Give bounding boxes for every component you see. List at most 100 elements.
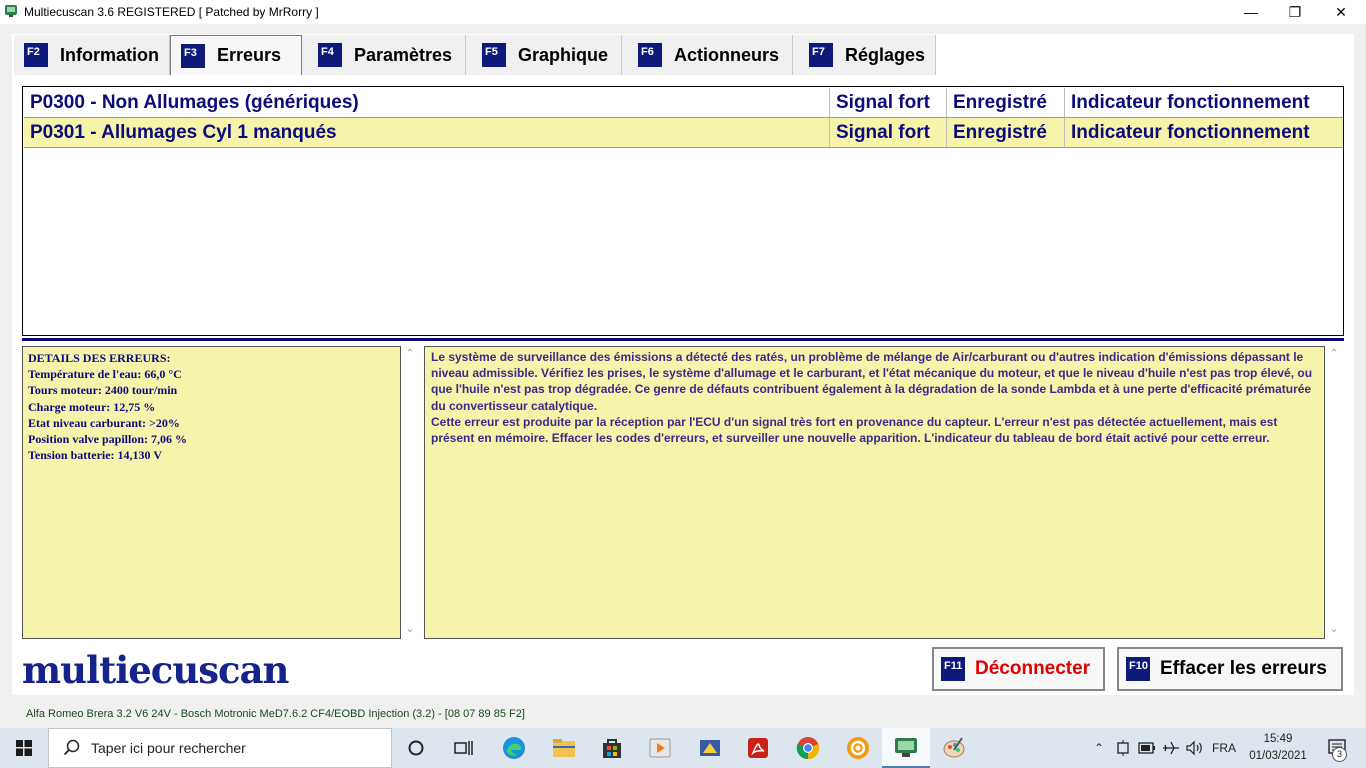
close-button[interactable]: ✕ (1318, 0, 1364, 24)
volume-icon (1186, 740, 1202, 756)
tab-parametres[interactable]: F4 Paramètres (302, 35, 466, 75)
task-view-button[interactable] (440, 728, 488, 768)
error-state: Enregistré (947, 88, 1065, 117)
f7-key-badge: F7 (809, 43, 833, 67)
multiecuscan-app-icon (895, 738, 917, 757)
pdf-icon (748, 738, 768, 758)
tray-overflow[interactable]: ⌃ (1088, 728, 1110, 768)
restore-icon: ❐ (1288, 3, 1302, 20)
clear-errors-label: Effacer les erreurs (1160, 658, 1327, 679)
cortana-button[interactable] (392, 728, 440, 768)
folder-icon (553, 739, 575, 757)
f10-key-badge: F10 (1126, 657, 1150, 681)
details-line: Tension batterie: 14,130 V (28, 448, 163, 463)
taskbar-edge[interactable] (490, 728, 538, 768)
tab-erreurs[interactable]: F3 Erreurs (170, 35, 302, 75)
clock-time: 15:49 (1263, 733, 1293, 745)
details-line: Position valve papillon: 7,06 % (28, 432, 188, 447)
taskbar-clock[interactable]: 15:49 01/03/2021 (1240, 731, 1316, 765)
details-scroll-down-icon[interactable]: ⌄ (403, 624, 417, 635)
tab-actionneurs[interactable]: F6 Actionneurs (622, 35, 793, 75)
battery-icon (1138, 742, 1155, 754)
section-divider (22, 338, 1344, 341)
details-line: Etat niveau carburant: >20% (28, 415, 180, 430)
windows-icon (16, 740, 32, 756)
f5-key-badge: F5 (482, 43, 506, 67)
gear-app-icon (847, 737, 869, 759)
error-description-panel: Le système de surveillance des émissions… (424, 346, 1325, 639)
taskbar-search[interactable]: Taper ici pour rechercher (48, 728, 392, 768)
f3-key-badge: F3 (181, 43, 205, 68)
description-scroll-up-icon[interactable]: ⌃ (1327, 348, 1341, 359)
error-state: Enregistré (947, 118, 1065, 147)
chrome-icon (796, 737, 820, 760)
error-code: P0300 - Non Allumages (génériques) (24, 88, 830, 117)
tab-reglages[interactable]: F7 Réglages (793, 35, 936, 75)
error-details-panel: DETAILS DES ERREURS: Température de l'ea… (22, 346, 401, 639)
taskbar-tool-app[interactable] (686, 728, 734, 768)
details-scroll-up-icon[interactable]: ⌃ (403, 348, 417, 359)
description-scroll-down-icon[interactable]: ⌄ (1327, 624, 1341, 635)
taskbar: Taper ici pour rechercher ⌃ FRA 15:49 01… (0, 728, 1366, 768)
window-title: Multiecuscan 3.6 REGISTERED [ Patched by… (24, 5, 319, 19)
minimize-button[interactable]: — (1228, 0, 1274, 24)
tab-information[interactable]: F2 Information (14, 35, 170, 75)
tab-label: Graphique (518, 44, 609, 65)
notification-center[interactable]: 3 (1318, 728, 1358, 768)
title-bar: Multiecuscan 3.6 REGISTERED [ Patched by… (0, 0, 1366, 24)
disconnect-label: Déconnecter (975, 658, 1091, 679)
language-indicator: FRA (1212, 741, 1236, 755)
paint-icon (943, 737, 965, 758)
error-code: P0301 - Allumages Cyl 1 manqués (24, 118, 830, 147)
start-button[interactable] (0, 728, 48, 768)
task-view-icon (454, 741, 473, 755)
cortana-icon (408, 740, 424, 756)
store-icon (603, 739, 621, 758)
error-signal: Signal fort (830, 88, 947, 117)
taskbar-multiecuscan[interactable] (882, 728, 930, 768)
taskbar-media-player[interactable] (636, 728, 684, 768)
taskbar-chrome[interactable] (784, 728, 832, 768)
tab-graphique[interactable]: F5 Graphique (466, 35, 622, 75)
tray-device[interactable] (1112, 728, 1134, 768)
details-heading: DETAILS DES ERREURS: (28, 351, 171, 365)
f11-key-badge: F11 (941, 657, 965, 681)
tray-airplane[interactable] (1160, 728, 1182, 768)
taskbar-store[interactable] (588, 728, 636, 768)
tab-bar: F2 Information F3 Erreurs F4 Paramètres … (14, 35, 936, 75)
details-line: Température de l'eau: 66,0 °C (28, 367, 182, 382)
error-indicator: Indicateur fonctionnement (1071, 122, 1310, 143)
clear-errors-button[interactable]: F10 Effacer les erreurs (1117, 647, 1343, 691)
status-bar: Alfa Romeo Brera 3.2 V6 24V - Bosch Motr… (0, 704, 1366, 728)
multiecuscan-logo: multiecuscan (22, 648, 289, 692)
disconnect-button[interactable]: F11 Déconnecter (932, 647, 1105, 691)
error-row-selected[interactable]: P0301 - Allumages Cyl 1 manqués Signal f… (24, 118, 1343, 147)
description-paragraph: Cette erreur est produite par la récepti… (431, 414, 1278, 446)
tool-app-icon (700, 740, 720, 756)
taskbar-paint[interactable] (930, 728, 978, 768)
details-line: Charge moteur: 12,75 % (28, 399, 156, 414)
taskbar-explorer[interactable] (540, 728, 588, 768)
tray-volume[interactable] (1184, 728, 1206, 768)
vehicle-info: Alfa Romeo Brera 3.2 V6 24V - Bosch Motr… (26, 708, 525, 720)
f6-key-badge: F6 (638, 43, 662, 67)
taskbar-orange-app[interactable] (834, 728, 882, 768)
description-paragraph: Le système de surveillance des émissions… (431, 350, 1313, 413)
notification-badge: 3 (1332, 747, 1347, 762)
chevron-up-icon: ⌃ (1093, 741, 1105, 755)
tab-label: Réglages (845, 44, 926, 65)
tray-language[interactable]: FRA (1208, 728, 1240, 768)
tray-battery[interactable] (1136, 728, 1158, 768)
error-indicator: Indicateur fonctionnement (1071, 92, 1310, 113)
taskbar-acrobat[interactable] (734, 728, 782, 768)
tab-label: Paramètres (354, 44, 453, 65)
error-list: P0300 - Non Allumages (génériques) Signa… (22, 86, 1344, 336)
close-icon: ✕ (1335, 3, 1347, 20)
airplane-icon (1163, 741, 1179, 755)
edge-icon (503, 737, 525, 759)
device-icon (1117, 740, 1129, 756)
f2-key-badge: F2 (24, 43, 48, 67)
maximize-button[interactable]: ❐ (1272, 0, 1318, 24)
error-row[interactable]: P0300 - Non Allumages (génériques) Signa… (24, 88, 1343, 117)
error-signal: Signal fort (830, 118, 947, 147)
